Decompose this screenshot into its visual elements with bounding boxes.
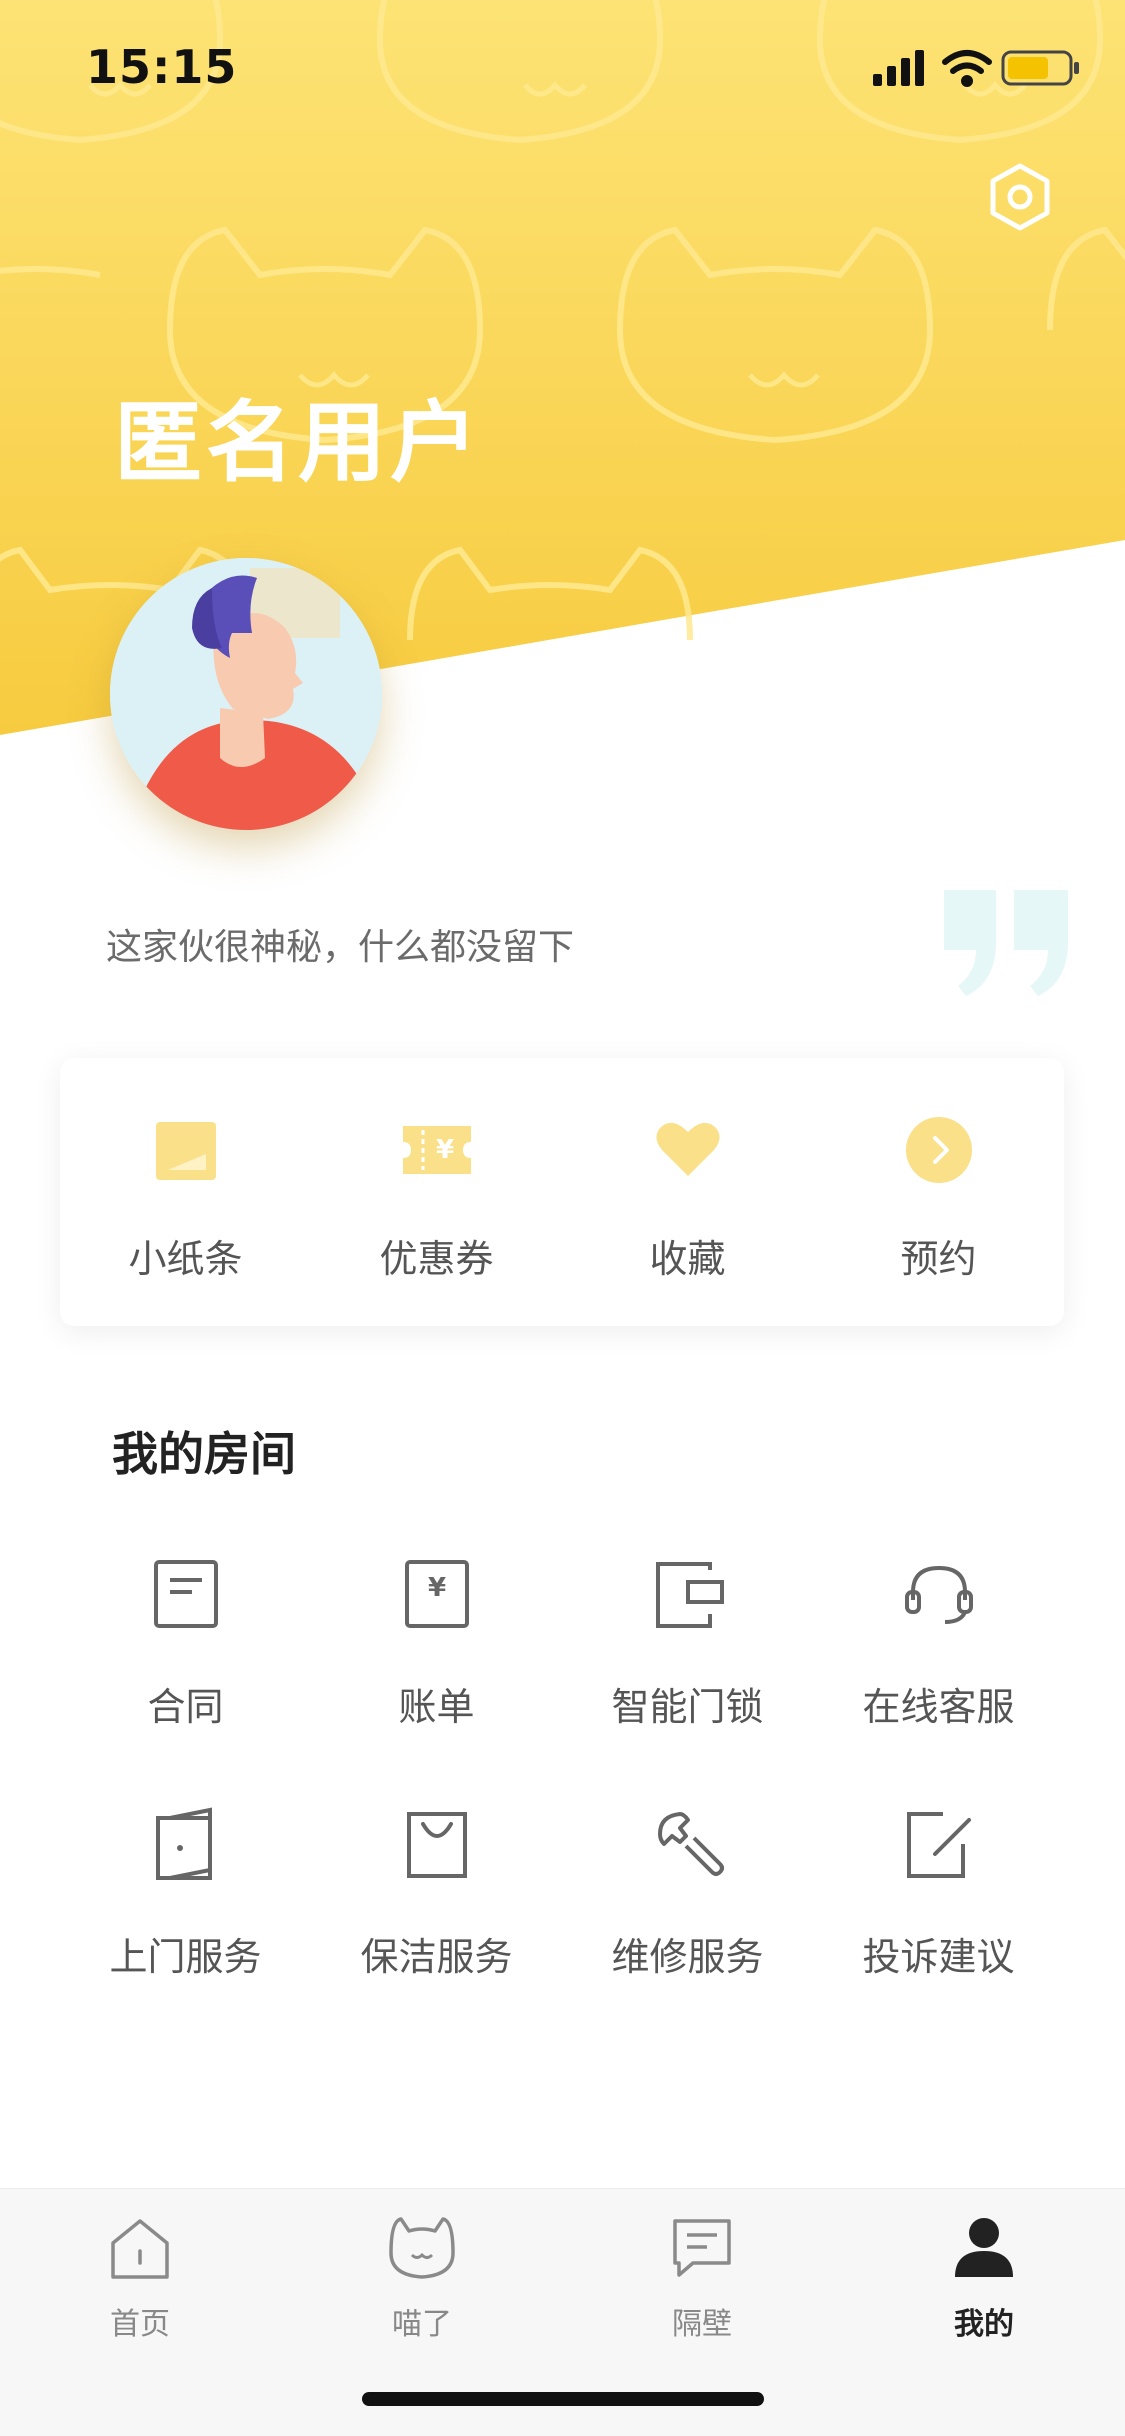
tab-label: 喵了	[392, 2307, 452, 2342]
room-item-repair[interactable]: 维修服务	[562, 1790, 813, 2010]
room-item-label: 维修服务	[611, 1935, 764, 1979]
quick-action-label: 优惠券	[379, 1237, 494, 1281]
cleaning-bag-icon	[406, 1812, 467, 1878]
user-icon	[955, 2218, 1013, 2277]
quote-mark-icon	[944, 890, 1068, 996]
room-item-cleaning[interactable]: 保洁服务	[311, 1790, 562, 2010]
battery-icon	[1001, 50, 1079, 86]
heart-icon	[655, 1122, 720, 1176]
chevron-circle-icon	[905, 1117, 972, 1183]
signal-icon	[873, 50, 924, 86]
tab-meow[interactable]: 喵了	[322, 2213, 522, 2363]
svg-text:¥: ¥	[435, 1135, 453, 1165]
room-item-contract[interactable]: 合同	[60, 1540, 311, 1760]
room-item-bill[interactable]: ¥ 账单	[311, 1540, 562, 1760]
smart-lock-icon	[655, 1562, 724, 1628]
room-item-label: 在线客服	[862, 1685, 1015, 1729]
room-item-label: 投诉建议	[862, 1935, 1015, 1979]
room-item-label: 保洁服务	[360, 1935, 513, 1979]
home-icon	[111, 2219, 169, 2279]
bill-icon: ¥	[404, 1560, 469, 1628]
door-icon	[155, 1807, 212, 1880]
coupon-icon: ¥	[402, 1126, 471, 1174]
tab-label: 首页	[110, 2307, 170, 2342]
headset-icon	[904, 1565, 973, 1624]
status-time: 15:15	[86, 40, 238, 94]
quick-action-label: 收藏	[649, 1237, 726, 1281]
quick-action-label: 小纸条	[128, 1237, 243, 1281]
settings-gear-icon[interactable]	[985, 162, 1055, 232]
quick-action-favorites[interactable]: 收藏	[562, 1058, 813, 1326]
room-item-label: 智能门锁	[611, 1685, 764, 1729]
wrench-icon	[657, 1812, 724, 1876]
quick-action-label: 预约	[900, 1237, 977, 1281]
cat-icon	[389, 2217, 455, 2279]
room-item-label: 合同	[147, 1685, 224, 1729]
profile-screen: 15:15 匿名用户 这家伙很神秘，什么都没留下 小纸条 ¥ 优惠券 收藏 预约…	[0, 0, 1125, 2436]
room-item-label: 上门服务	[109, 1935, 262, 1979]
room-item-label: 账单	[398, 1685, 475, 1729]
section-title-my-room: 我的房间	[112, 1427, 296, 1481]
home-indicator[interactable]	[362, 2392, 764, 2406]
room-item-customer-service[interactable]: 在线客服	[813, 1540, 1064, 1760]
tab-label: 隔壁	[672, 2307, 732, 2342]
status-bar: 15:15	[0, 0, 1125, 130]
quick-action-notes[interactable]: 小纸条	[60, 1058, 311, 1326]
message-icon	[673, 2219, 731, 2277]
quick-action-coupons[interactable]: ¥ 优惠券	[311, 1058, 562, 1326]
edit-icon	[906, 1812, 971, 1878]
contract-icon	[153, 1560, 218, 1628]
svg-text:¥: ¥	[427, 1573, 445, 1603]
profile-username: 匿名用户	[114, 391, 483, 494]
room-item-smart-lock[interactable]: 智能门锁	[562, 1540, 813, 1760]
tab-neighbors[interactable]: 隔壁	[602, 2213, 802, 2363]
room-item-complaint[interactable]: 投诉建议	[813, 1790, 1064, 2010]
tab-label: 我的	[954, 2307, 1014, 2342]
note-icon	[155, 1122, 216, 1180]
quick-action-appointments[interactable]: 预约	[813, 1058, 1064, 1326]
quick-actions-card: 小纸条 ¥ 优惠券 收藏 预约	[60, 1058, 1064, 1326]
profile-bio: 这家伙很神秘，什么都没留下	[106, 927, 575, 968]
wifi-icon	[942, 50, 992, 87]
avatar-illustration	[110, 558, 382, 830]
tab-mine[interactable]: 我的	[884, 2213, 1084, 2363]
status-icons	[873, 50, 1079, 87]
room-item-home-service[interactable]: 上门服务	[60, 1790, 311, 2010]
avatar[interactable]	[110, 558, 382, 830]
tab-home[interactable]: 首页	[40, 2213, 240, 2363]
